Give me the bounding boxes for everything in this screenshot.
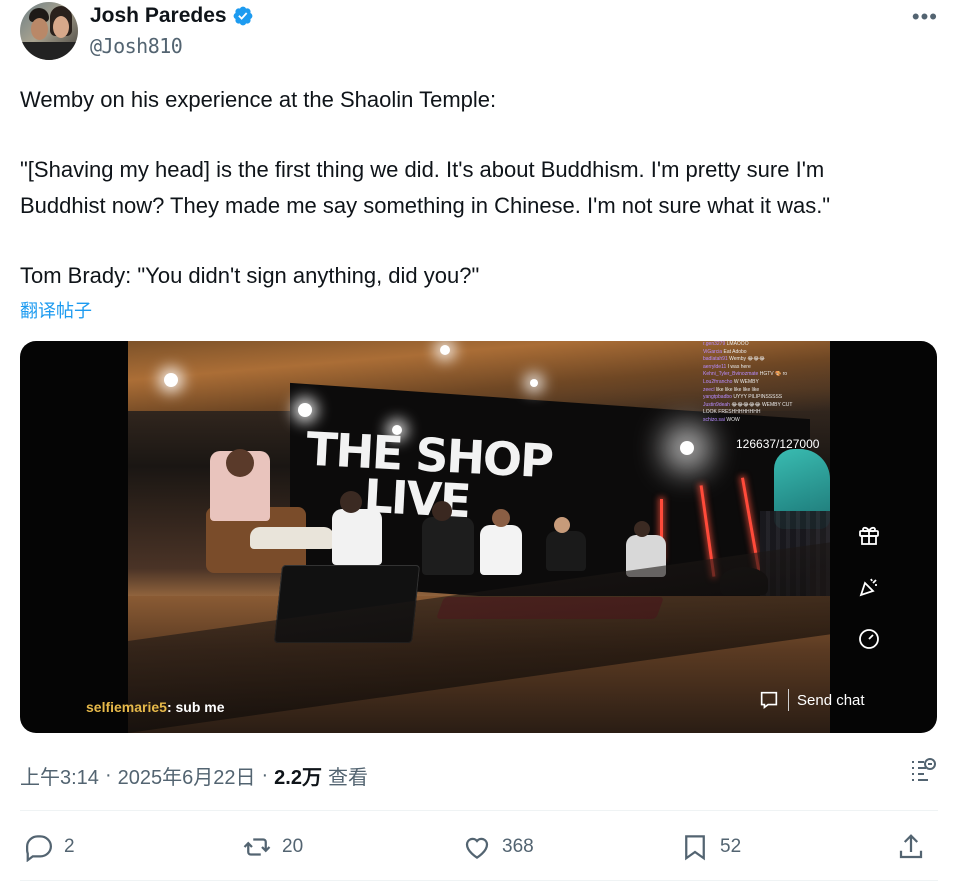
divider <box>20 880 938 881</box>
person-guest <box>332 509 382 565</box>
stage-light <box>440 345 450 355</box>
author-name-row[interactable]: Josh Paredes <box>90 4 254 28</box>
views-count: 2.2万 <box>274 767 322 789</box>
person-guest <box>546 531 586 571</box>
chat-message: Kehni_Tyler_Bvinozmate HGTV 🎨 ro <box>703 371 788 378</box>
person-head <box>340 491 362 513</box>
divider <box>20 810 938 811</box>
reply-count: 2 <box>64 836 75 857</box>
gift-icon[interactable] <box>856 523 882 549</box>
viewer-count: 126637/127000 <box>736 437 820 451</box>
view-analytics-icon[interactable] <box>908 756 938 784</box>
tweet-line: Buddhist now? They made me say something… <box>20 193 831 218</box>
stage-light <box>164 373 178 387</box>
stage-light <box>530 379 538 387</box>
bookmark-icon <box>685 835 705 861</box>
send-chat-button[interactable]: Send chat <box>758 687 865 713</box>
send-chat-label: Send chat <box>797 691 865 709</box>
repost-count: 20 <box>282 836 304 857</box>
person-head <box>634 521 650 537</box>
person-guest <box>480 525 522 575</box>
tweet-time[interactable]: 上午3:14 <box>20 761 99 790</box>
person-head <box>492 509 510 527</box>
repost-button[interactable]: 20 <box>242 827 303 867</box>
author-handle[interactable]: @Josh810 <box>90 34 183 58</box>
bookmark-button[interactable]: 52 <box>680 827 741 867</box>
stage-flare <box>680 441 694 455</box>
like-count: 368 <box>502 836 534 857</box>
author-name[interactable]: Josh Paredes <box>90 4 227 28</box>
translate-post-link[interactable]: 翻译帖子 <box>20 297 92 323</box>
chat-text: sub me <box>175 699 225 715</box>
avatar[interactable] <box>20 2 78 60</box>
person-head <box>432 501 452 521</box>
separator: · <box>261 764 269 786</box>
chat-message: zeecl like like like like like <box>703 386 760 393</box>
chat-message: r.gen3279 LMAOOO <box>703 341 749 347</box>
party-popper-icon[interactable] <box>856 575 882 601</box>
pinned-chat-message: selfiemarie5: sub me <box>86 699 225 715</box>
video-player[interactable]: THE SHOP LIVE r.gen3279 LMAOOO ViGarcia … <box>20 341 937 733</box>
reply-icon <box>26 835 53 862</box>
person-head <box>554 517 570 533</box>
reply-button[interactable]: 2 <box>24 827 75 867</box>
like-button[interactable]: 368 <box>462 827 534 867</box>
verified-badge-icon <box>233 6 252 26</box>
repost-icon <box>243 838 271 856</box>
tweet-meta: 上午3:14 · 2025年6月22日 · 2.2万 查看 <box>20 761 368 790</box>
person-guest <box>422 517 474 575</box>
share-icon <box>899 834 923 859</box>
tweet-body: Wemby on his experience at the Shaolin T… <box>20 82 940 294</box>
stage-light <box>298 403 312 417</box>
chat-bubble-icon <box>760 691 778 709</box>
chat-message: ViGarcia Eat Adobo <box>703 348 747 355</box>
chat-message: Justin9deah 😂😂😂😂😂 WEMBY CUT <box>703 401 793 408</box>
views-label: 查看 <box>327 767 368 789</box>
tweet-header: Josh Paredes @Josh810 ••• <box>20 0 940 64</box>
bookmark-count: 52 <box>720 836 742 857</box>
tweet-line: Tom Brady: "You didn't sign anything, di… <box>20 263 480 288</box>
action-bar: 2 20 368 52 <box>20 827 940 867</box>
chat-message: Lou2frrancho W WEMBY <box>703 378 759 385</box>
tweet-line: "[Shaving my head] is the first thing we… <box>20 157 825 182</box>
timer-icon[interactable] <box>856 627 882 653</box>
chat-username: selfiemarie5 <box>86 699 167 715</box>
chat-message: schizo.sai WOW <box>703 416 740 423</box>
tweet-line: Wemby on his experience at the Shaolin T… <box>20 87 497 112</box>
heart-icon <box>465 837 489 859</box>
live-chat-feed: r.gen3279 LMAOOO ViGarcia Eat Adobo badl… <box>703 341 833 425</box>
share-button[interactable] <box>896 827 926 867</box>
chat-message: aerrylde11 I was here <box>703 363 751 370</box>
separator: · <box>104 764 112 786</box>
tweet-date[interactable]: 2025年6月22日 <box>118 761 256 790</box>
chat-message: yangtpbadbo UYYY PILIPINSSSSS <box>703 394 783 401</box>
divider <box>788 689 789 711</box>
person-head <box>226 449 254 477</box>
chat-message: LOOK FRESHHHHHHHH <box>703 409 761 416</box>
more-options-icon[interactable]: ••• <box>912 4 938 30</box>
chat-message: badlatah91 Wemby 😂😂😂 <box>703 356 765 363</box>
person-legs <box>250 527 334 549</box>
